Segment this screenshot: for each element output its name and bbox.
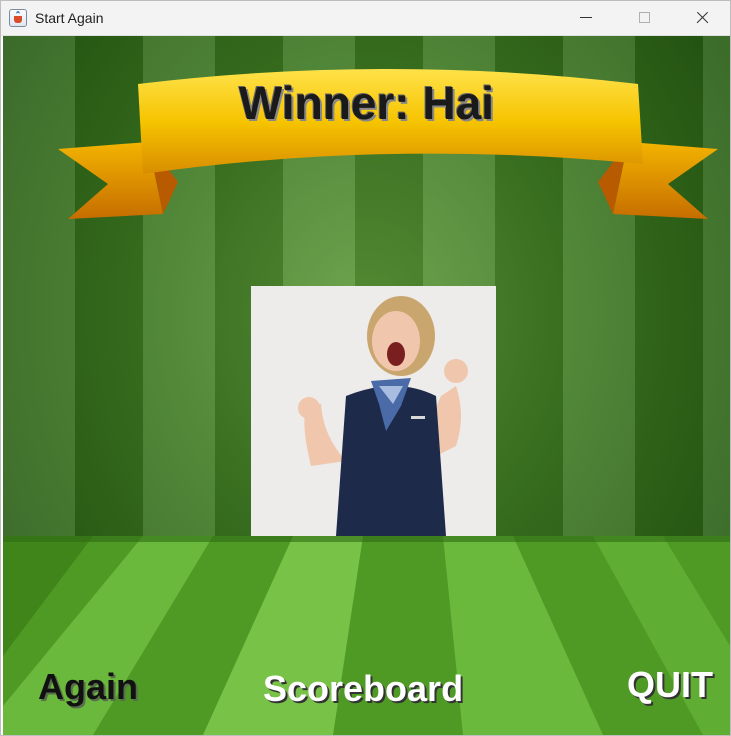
again-button[interactable]: Again (38, 666, 138, 708)
app-window: Start Again Winner: Hai Again Scoreboard… (0, 0, 731, 736)
maximize-button[interactable] (615, 1, 673, 35)
window-title: Start Again (35, 10, 104, 26)
close-button[interactable] (673, 1, 730, 35)
winner-title: Winner: Hai (238, 77, 495, 129)
title-bar: Start Again (1, 1, 730, 36)
winner-celebration-image (251, 286, 496, 536)
scoreboard-button[interactable]: Scoreboard (263, 668, 463, 710)
game-over-panel: Winner: Hai Again Scoreboard QUIT (3, 36, 730, 735)
minimize-button[interactable] (557, 1, 615, 35)
quit-button[interactable]: QUIT (627, 664, 713, 706)
java-app-icon (9, 9, 27, 27)
